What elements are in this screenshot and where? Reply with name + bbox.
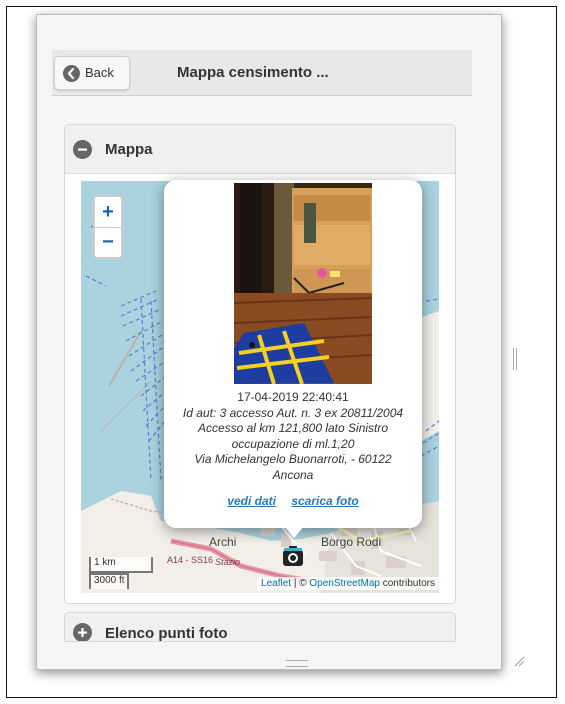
popup-timestamp: 17-04-2019 22:40:41 [237,390,349,404]
map-popup: 17-04-2019 22:40:41 Id aut: 3 accesso Au… [164,180,422,528]
view-data-link[interactable]: vedi dati [227,494,276,508]
popup-desc-line2: occupazione di ml.1,20 [231,436,355,451]
minus-circle-icon [73,140,92,159]
drag-handle[interactable] [286,660,308,667]
photo-list-section-title: Elenco punti foto [105,625,228,642]
osm-link[interactable]: OpenStreetMap [309,578,380,589]
leaflet-link[interactable]: Leaflet [261,578,291,589]
map-section-title: Mappa [105,141,153,158]
attribution-separator: | © [291,578,310,589]
map-attribution: Leaflet | © OpenStreetMap contributors [257,577,439,590]
zoom-out-button[interactable]: − [95,227,121,257]
zoom-control: + − [93,195,123,259]
scale-km: 1 km [89,557,153,573]
popup-address-line2: Ancona [272,467,314,482]
plus-circle-icon [73,623,92,641]
scrollbar-grip[interactable] [513,348,517,370]
popup-address-line1: Via Michelangelo Buonarroti, - 60122 [194,452,392,467]
map-section-header[interactable]: Mappa [65,125,455,174]
resize-grip-icon[interactable] [513,655,525,667]
map-label-borgo-rodi: Borgo Rodi [321,535,382,549]
attribution-contributors: contributors [379,578,435,589]
download-photo-link[interactable]: scarica foto [291,494,358,508]
popup-id-line: Id aut: 3 accesso Aut. n. 3 ex 20811/200… [182,405,404,420]
photo-list-section-header[interactable]: Elenco punti foto [64,612,456,642]
map-label-archi: Archi [209,535,237,549]
scale-ft: 3000 ft [89,573,129,589]
arrow-left-circle-icon [63,65,80,82]
page-title: Mappa censimento ... [177,64,329,81]
survey-photo[interactable] [234,183,372,384]
back-button[interactable]: Back [54,56,130,90]
map-label-road: A14 - SS16 [167,555,214,565]
page-header: Back Mappa censimento ... [52,50,472,96]
camera-icon[interactable] [282,544,304,568]
popup-links: vedi dati scarica foto [172,494,414,508]
popup-details: 17-04-2019 22:40:41 Id aut: 3 accesso Au… [172,390,414,484]
back-button-label: Back [85,65,114,80]
map-label-stazione: Stazio [215,557,241,567]
popup-tip [284,526,304,538]
popup-desc-line1: Accesso al km 121,800 lato Sinistro [197,421,389,436]
zoom-in-button[interactable]: + [95,197,121,228]
